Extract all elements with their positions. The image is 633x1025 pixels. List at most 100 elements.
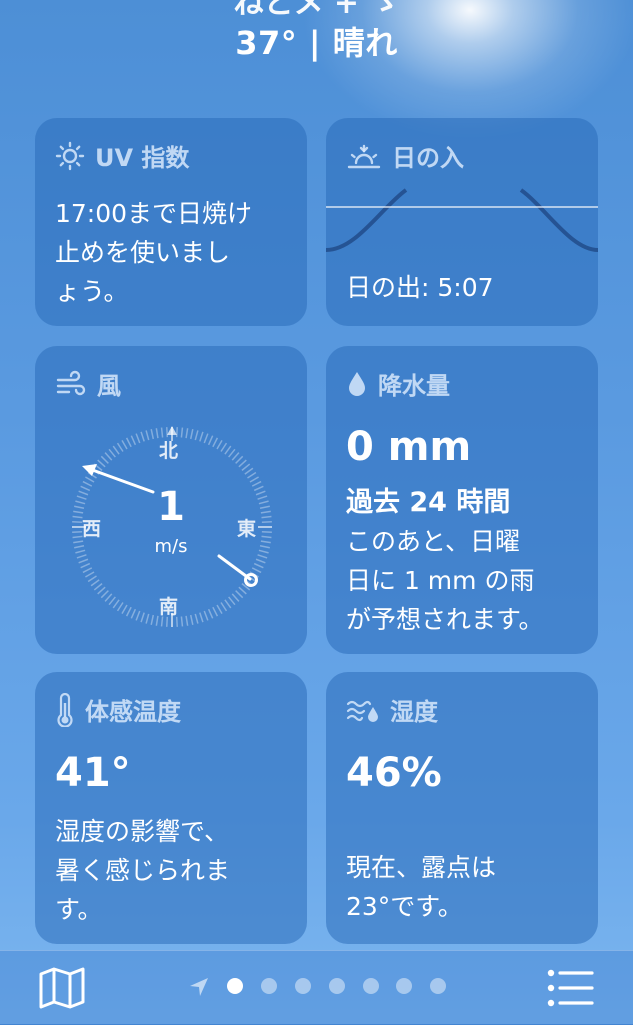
compass-tick bbox=[112, 599, 120, 609]
compass-tick bbox=[212, 606, 219, 617]
wind-card-title: 風 bbox=[97, 372, 121, 400]
compass-north-label: 北 bbox=[159, 440, 179, 462]
list-icon[interactable] bbox=[546, 968, 596, 1008]
compass-tick bbox=[85, 571, 95, 578]
dew-point-text: 現在、露点は 23°です。 bbox=[346, 848, 496, 926]
compass-tick bbox=[231, 593, 240, 602]
compass-tick bbox=[220, 442, 228, 452]
compass-tick bbox=[135, 610, 141, 621]
compass-tick bbox=[104, 593, 113, 602]
uv-advice-line: 17:00まで日焼け bbox=[55, 199, 253, 228]
compass-tick bbox=[125, 437, 132, 448]
compass-tick bbox=[203, 433, 209, 444]
compass-tick bbox=[194, 430, 199, 441]
compass-tick bbox=[121, 604, 128, 614]
page-dot[interactable] bbox=[295, 978, 311, 994]
uv-advice-line: 止めを使いまし bbox=[55, 238, 231, 267]
feels-like-line: 暑く感じられま bbox=[55, 856, 231, 885]
compass-tick bbox=[93, 583, 103, 591]
feels-like-text: 湿度の影響で、 暑く感じられま す。 bbox=[55, 812, 230, 929]
compass-tick bbox=[140, 612, 145, 623]
compass-tick bbox=[97, 586, 106, 595]
precip-forecast-line: 日に 1 mm の雨 bbox=[346, 566, 535, 595]
compass-tick bbox=[155, 615, 159, 626]
uv-advice-text: 17:00まで日焼け 止めを使いまし ょう。 bbox=[55, 194, 252, 311]
compass-tick bbox=[185, 428, 189, 439]
feels-card-header: 体感温度 bbox=[55, 692, 181, 727]
feels-like-card[interactable]: 体感温度 41° 湿度の影響で、 暑く感じられま す。 bbox=[35, 672, 307, 944]
location-arrow-icon[interactable] bbox=[187, 975, 211, 999]
precipitation-card[interactable]: 降水量 0 mm 過去 24 時間 このあと、日曜 日に 1 mm の雨 が予想… bbox=[326, 346, 598, 654]
compass-tick bbox=[231, 452, 240, 461]
wind-speed-value: 1 bbox=[157, 484, 185, 530]
precip-card-header: 降水量 bbox=[346, 366, 450, 401]
compass-tick bbox=[97, 459, 106, 468]
compass-tick bbox=[207, 435, 214, 446]
compass-tick bbox=[150, 429, 155, 440]
compass-tick bbox=[180, 616, 184, 627]
compass-tick bbox=[185, 615, 189, 626]
feels-card-title: 体感温度 bbox=[85, 698, 181, 726]
compass-tick bbox=[116, 602, 124, 612]
uv-index-card[interactable]: UV 指数 17:00まで日焼け 止めを使いまし ょう。 bbox=[35, 118, 307, 326]
compass-tick bbox=[125, 606, 132, 617]
precip-period: 過去 24 時間 bbox=[346, 487, 511, 518]
compass-tick bbox=[216, 440, 223, 450]
page-dot[interactable] bbox=[261, 978, 277, 994]
page-dot[interactable] bbox=[430, 978, 446, 994]
raindrop-icon bbox=[349, 371, 365, 396]
page-dot[interactable] bbox=[329, 978, 345, 994]
page-dot[interactable] bbox=[396, 978, 412, 994]
humidity-card-title: 湿度 bbox=[390, 698, 438, 726]
compass-tick bbox=[140, 431, 145, 442]
compass-tick bbox=[249, 476, 259, 483]
precip-forecast-line: このあと、日曜 bbox=[346, 527, 521, 556]
compass-tick bbox=[261, 530, 272, 533]
compass-tick bbox=[78, 558, 89, 564]
compass-tick bbox=[145, 613, 150, 624]
compass-tick bbox=[224, 445, 232, 455]
humidity-card-header: 湿度 bbox=[346, 692, 438, 727]
compass-tick bbox=[189, 429, 194, 440]
sunset-card-header: 日の入 bbox=[346, 138, 464, 173]
precip-card-title: 降水量 bbox=[378, 372, 450, 400]
compass-tick bbox=[212, 437, 219, 448]
compass-tick bbox=[121, 440, 128, 450]
page-dot[interactable] bbox=[363, 978, 379, 994]
north-marker-icon bbox=[167, 426, 177, 435]
wind-card[interactable]: 風 北 東 南 西 1 m/s bbox=[35, 346, 307, 654]
compass-tick bbox=[224, 599, 232, 609]
compass-tick bbox=[85, 476, 95, 483]
compass-tick bbox=[199, 612, 204, 623]
sunset-card[interactable]: 日の入 日の出: 5:07 bbox=[326, 118, 598, 326]
compass-tick bbox=[203, 610, 209, 621]
compass-tick bbox=[251, 567, 262, 574]
page-dot-active[interactable] bbox=[227, 978, 243, 994]
feels-like-line: す。 bbox=[55, 895, 103, 924]
compass-tick bbox=[228, 596, 236, 606]
compass-tick bbox=[155, 428, 159, 439]
compass-tick bbox=[253, 562, 264, 569]
precip-forecast-line: が予想されます。 bbox=[346, 605, 544, 634]
compass-tick bbox=[235, 455, 244, 464]
map-icon[interactable] bbox=[38, 966, 86, 1010]
dew-point-line: 現在、露点は bbox=[346, 853, 497, 882]
sun-path-graph bbox=[326, 188, 598, 252]
compass-tick bbox=[145, 430, 150, 441]
compass-tick bbox=[241, 463, 251, 471]
compass-tick bbox=[244, 467, 254, 475]
sunset-icon bbox=[347, 144, 381, 168]
compass-tick bbox=[135, 433, 141, 444]
current-temp-condition: 37° | 晴れ bbox=[235, 24, 398, 62]
compass-tick bbox=[238, 586, 247, 595]
feels-like-line: 湿度の影響で、 bbox=[55, 817, 230, 846]
compass-tick bbox=[108, 596, 116, 606]
compass-tick bbox=[80, 562, 91, 569]
compass-tick bbox=[104, 452, 113, 461]
humidity-icon bbox=[346, 700, 378, 722]
compass-tick bbox=[228, 448, 236, 458]
humidity-value: 46% bbox=[346, 750, 442, 796]
humidity-card[interactable]: 湿度 46% 現在、露点は 23°です。 bbox=[326, 672, 598, 944]
wind-arrow-head-line bbox=[217, 554, 252, 581]
compass-tick bbox=[150, 614, 155, 625]
